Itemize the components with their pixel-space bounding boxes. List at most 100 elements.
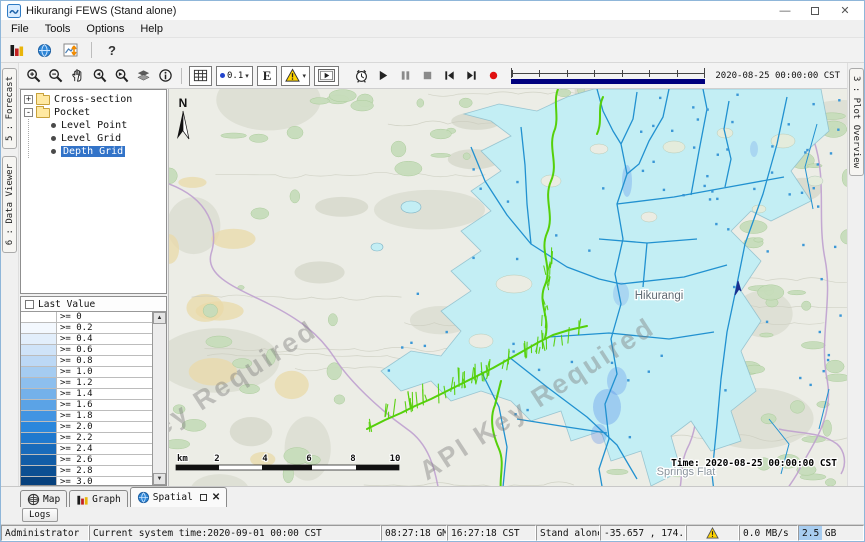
panel-tab-data-viewer[interactable]: 6 : Data Viewer [2, 156, 17, 253]
scroll-down-arrow[interactable]: ▼ [153, 473, 166, 485]
tab-spatial[interactable]: Spatial ✕ [130, 487, 227, 507]
tab-label: Map [43, 494, 60, 505]
step-forward-button[interactable] [462, 66, 482, 86]
menu-help[interactable]: Help [132, 21, 171, 37]
grid-toggle-button[interactable] [189, 66, 212, 86]
map-display-icon[interactable] [33, 40, 55, 60]
panel-tab-plot-overview[interactable]: 3 : Plot Overview [849, 68, 864, 176]
close-button[interactable]: ✕ [830, 2, 860, 20]
tree-item-depth-grid[interactable]: Depth Grid [48, 145, 166, 158]
zoom-next-button[interactable] [111, 66, 131, 86]
tab-label: Graph [92, 494, 121, 505]
expander-icon[interactable]: + [24, 95, 33, 104]
legend-color-swatch [21, 323, 57, 333]
menu-file[interactable]: File [3, 21, 37, 37]
status-local-time: 16:27:18 CST [447, 525, 536, 541]
tree-item-cross-section[interactable]: + Cross-section [24, 93, 166, 106]
warning-icon [706, 527, 719, 539]
info-button[interactable] [155, 66, 175, 86]
timeline-rail[interactable] [511, 68, 705, 78]
legend-row: >= 0.4 [21, 334, 152, 345]
warnings-dropdown[interactable]: ▾ [281, 66, 310, 86]
tree-item-pocket[interactable]: - Pocket [24, 106, 166, 119]
warning-icon [285, 68, 300, 83]
animation-clock-icon[interactable] [352, 66, 372, 86]
legend-panel: Last Value >= 0>= 0.2>= 0.4>= 0.6>= 0.8>… [20, 296, 167, 486]
legend-row-label: >= 0.8 [57, 356, 152, 366]
legend-color-swatch [21, 411, 57, 421]
status-network-rate: 0.0 MB/s [739, 525, 798, 541]
status-user: Administrator [1, 525, 89, 541]
panel-tab-label: 5 : Forecast [5, 76, 15, 141]
legend-row: >= 1.0 [21, 367, 152, 378]
right-panel-strip: 3 : Plot Overview [847, 63, 864, 486]
pan-hand-button[interactable] [67, 66, 87, 86]
zoom-previous-button[interactable] [89, 66, 109, 86]
legend-row-label: >= 1.0 [57, 367, 152, 377]
maximize-icon [811, 7, 819, 15]
chevron-down-icon: ▾ [245, 72, 249, 80]
logs-button[interactable]: Logs [22, 508, 58, 522]
play-button[interactable] [374, 66, 394, 86]
map-canvas[interactable]: API Key Required API Key Required Hikura… [169, 89, 847, 486]
legend-row: >= 1.4 [21, 389, 152, 400]
legend-row-label: >= 2.8 [57, 466, 152, 476]
status-memory: 2.5 GB [798, 525, 864, 541]
legend-row-label: >= 3.0 [57, 477, 152, 485]
panel-tab-forecast[interactable]: 5 : Forecast [2, 68, 17, 149]
tab-label: Spatial [153, 492, 193, 503]
data-viewer-icon[interactable] [6, 40, 28, 60]
panel-tab-label: 3 : Plot Overview [851, 76, 861, 168]
menu-tools[interactable]: Tools [37, 21, 79, 37]
tab-map[interactable]: Map [20, 490, 67, 507]
class-interval-dropdown[interactable]: 0.1▾ [216, 66, 253, 86]
status-system-time: Current system time:2020-09-01 00:00 CST [89, 525, 381, 541]
globe-icon [137, 491, 150, 504]
tab-graph[interactable]: Graph [69, 490, 128, 507]
status-gmt-time: 08:27:18 GMT [381, 525, 447, 541]
layers-button[interactable] [133, 66, 153, 86]
expander-icon[interactable]: - [24, 108, 33, 117]
app-logo-icon [7, 4, 21, 18]
help-button[interactable]: ? [101, 43, 123, 58]
svg-text:8: 8 [350, 454, 355, 464]
tree-item-level-point[interactable]: Level Point [48, 119, 166, 132]
step-back-button[interactable] [440, 66, 460, 86]
stop-button[interactable] [418, 66, 438, 86]
close-view-icon[interactable]: ✕ [212, 492, 220, 503]
map-time-label: Time: 2020-08-25 00:00:00 CST [671, 458, 837, 469]
maximize-button[interactable] [800, 2, 830, 20]
timeline-slider[interactable] [511, 68, 705, 84]
interval-dot-icon [220, 73, 225, 78]
minimize-button[interactable]: — [770, 2, 800, 20]
map-view[interactable]: API Key Required API Key Required Hikura… [169, 89, 847, 486]
legend-color-swatch [21, 455, 57, 465]
legend-row-label: >= 1.4 [57, 389, 152, 399]
zoom-out-button[interactable] [45, 66, 65, 86]
legend-row: >= 0 [21, 312, 152, 323]
legend-scrollbar[interactable]: ▲ ▼ [152, 312, 166, 485]
spatial-display-icon[interactable] [60, 40, 82, 60]
legend-row: >= 2.8 [21, 466, 152, 477]
status-warning [686, 525, 739, 541]
tree-item-level-grid[interactable]: Level Grid [48, 132, 166, 145]
main-toolbar: ? [1, 38, 864, 63]
legend-color-swatch [21, 477, 57, 485]
legend-row-label: >= 2.4 [57, 444, 152, 454]
last-value-checkbox[interactable] [25, 300, 34, 309]
restore-view-icon[interactable] [200, 494, 207, 501]
legend-row: >= 1.6 [21, 400, 152, 411]
record-button[interactable] [484, 66, 504, 86]
scroll-up-arrow[interactable]: ▲ [153, 312, 166, 324]
menu-options[interactable]: Options [78, 21, 132, 37]
legend-color-swatch [21, 334, 57, 344]
tree-item-label: Pocket [54, 107, 90, 118]
bar-chart-icon [76, 493, 89, 506]
zoom-in-button[interactable] [23, 66, 43, 86]
legend-toggle-button[interactable]: E [257, 66, 278, 86]
status-mode: Stand alone [536, 525, 600, 541]
movie-player-button[interactable] [314, 66, 339, 86]
bullet-icon [51, 136, 56, 141]
svg-text:6: 6 [306, 454, 311, 464]
pause-button[interactable] [396, 66, 416, 86]
